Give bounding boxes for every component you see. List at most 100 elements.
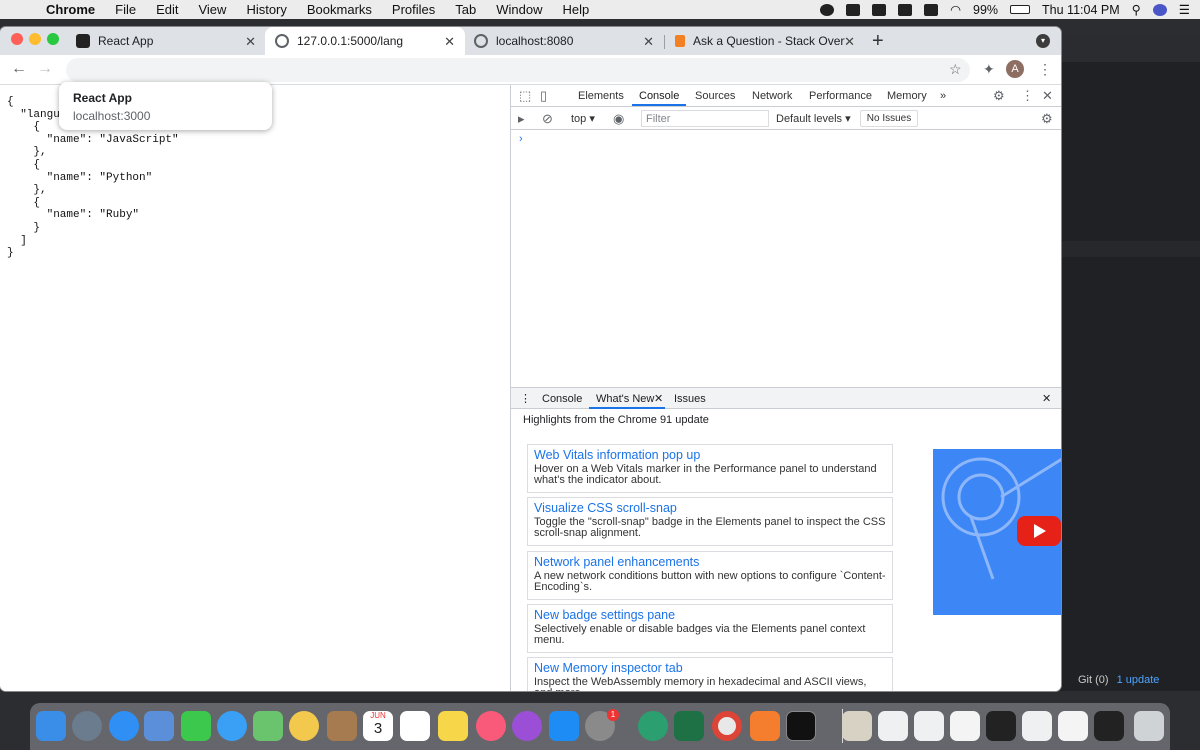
excel-icon[interactable] (674, 711, 704, 741)
launchpad-icon[interactable] (72, 711, 102, 741)
trash-icon[interactable] (1134, 711, 1164, 741)
terminal-icon[interactable] (786, 711, 816, 741)
mic-icon[interactable] (872, 3, 887, 16)
console-prompt[interactable]: › (519, 133, 523, 145)
podcasts-icon[interactable] (512, 711, 542, 741)
console-filter-input[interactable]: Filter (641, 110, 769, 127)
clock[interactable]: Thu 11:04 PM (1042, 3, 1120, 17)
new-tab-button[interactable]: + (872, 30, 884, 53)
tab-console[interactable]: Console (639, 90, 679, 102)
close-tab-icon[interactable]: ✕ (444, 34, 455, 50)
control-center-icon[interactable]: ☰ (1179, 2, 1190, 17)
devtools-menu-icon[interactable]: ⋮ (1021, 88, 1034, 104)
spotlight-icon[interactable]: ⚲ (1132, 2, 1141, 17)
chrome-menu-icon[interactable]: ⋮ (1038, 61, 1052, 78)
tab-react-app[interactable]: React App ✕ (66, 27, 266, 55)
context-selector[interactable]: top ▾ (571, 112, 595, 125)
rocket-icon[interactable] (924, 3, 939, 16)
menu-help[interactable]: Help (563, 2, 590, 17)
whats-new-video-thumbnail[interactable] (933, 449, 1061, 615)
flag-icon[interactable] (898, 3, 913, 16)
preview-icon[interactable] (144, 711, 174, 741)
close-drawer-tab-icon[interactable]: ✕ (654, 392, 663, 405)
minimized-window-thumbnail[interactable] (1094, 711, 1124, 741)
facetime-icon[interactable] (181, 711, 211, 741)
menu-bookmarks[interactable]: Bookmarks (307, 2, 372, 17)
card-title[interactable]: New Memory inspector tab (534, 661, 886, 675)
console-settings-gear-icon[interactable]: ⚙ (1041, 111, 1053, 127)
siri-icon[interactable] (1152, 3, 1167, 16)
card-title[interactable]: Visualize CSS scroll-snap (534, 501, 886, 515)
wifi-icon[interactable]: ◠ (950, 2, 961, 17)
update-status[interactable]: 1 update (1117, 674, 1160, 686)
menu-file[interactable]: File (115, 2, 136, 17)
tab-lang[interactable]: 127.0.0.1:5000/lang ✕ (265, 27, 465, 55)
drawer-menu-icon[interactable]: ⋮ (520, 392, 531, 405)
minimized-window-thumbnail[interactable] (1058, 711, 1088, 741)
card-title[interactable]: Web Vitals information pop up (534, 448, 886, 462)
minimized-window-thumbnail[interactable] (1022, 711, 1052, 741)
tab-localhost-8080[interactable]: localhost:8080 ✕ (464, 27, 664, 55)
live-expression-eye-icon[interactable]: ◉ (613, 111, 624, 127)
log-levels-dropdown[interactable]: Default levels ▾ (776, 112, 851, 125)
address-bar[interactable] (66, 58, 970, 82)
card-title[interactable]: Network panel enhancements (534, 555, 886, 569)
contacts-icon[interactable] (327, 711, 357, 741)
menu-profiles[interactable]: Profiles (392, 2, 435, 17)
minimized-window-thumbnail[interactable] (842, 711, 872, 741)
tab-search-icon[interactable]: ▾ (1036, 34, 1050, 48)
tab-stack-overflow[interactable]: Ask a Question - Stack Overflo ✕ (665, 27, 865, 55)
forward-icon[interactable]: → (37, 60, 53, 78)
extensions-icon[interactable]: ✦ (983, 61, 995, 78)
status-app-icon[interactable] (820, 3, 835, 16)
more-tabs-icon[interactable]: » (940, 90, 946, 102)
notes-icon[interactable] (438, 711, 468, 741)
menu-edit[interactable]: Edit (156, 2, 178, 17)
chrome-icon[interactable] (712, 711, 742, 741)
messages-icon[interactable] (217, 711, 247, 741)
inspect-element-icon[interactable]: ⬚ (519, 88, 531, 104)
show-sidebar-icon[interactable]: ▸ (518, 111, 525, 127)
menu-app-name[interactable]: Chrome (46, 2, 95, 17)
whats-new-card[interactable]: Visualize CSS scroll-snap Toggle the "sc… (527, 497, 893, 546)
minimized-window-thumbnail[interactable] (950, 711, 980, 741)
calendar-icon[interactable]: JUN 3 (363, 711, 393, 741)
card-title[interactable]: New badge settings pane (534, 608, 886, 622)
tab-performance[interactable]: Performance (809, 90, 872, 102)
issues-button[interactable]: No Issues (860, 110, 918, 127)
tab-memory[interactable]: Memory (887, 90, 927, 102)
close-drawer-icon[interactable]: ✕ (1042, 392, 1051, 405)
menu-window[interactable]: Window (496, 2, 542, 17)
profile-avatar[interactable]: A (1006, 60, 1024, 78)
close-devtools-icon[interactable]: ✕ (1042, 88, 1053, 104)
youtube-play-icon[interactable] (1017, 516, 1061, 546)
close-tab-icon[interactable]: ✕ (245, 34, 256, 50)
tab-elements[interactable]: Elements (578, 90, 624, 102)
close-tab-icon[interactable]: ✕ (844, 34, 855, 50)
minimize-window-button[interactable] (29, 33, 41, 45)
music-icon[interactable] (476, 711, 506, 741)
drawer-tab-whats-new[interactable]: What's New (596, 393, 654, 405)
minimized-window-thumbnail[interactable] (878, 711, 908, 741)
postman-icon[interactable] (750, 711, 780, 741)
maps-icon[interactable] (253, 711, 283, 741)
whats-new-card[interactable]: Network panel enhancements A new network… (527, 551, 893, 600)
photos-icon[interactable] (289, 711, 319, 741)
atom-icon[interactable] (638, 711, 668, 741)
tab-network[interactable]: Network (752, 90, 792, 102)
close-tab-icon[interactable]: ✕ (643, 34, 654, 50)
menu-history[interactable]: History (246, 2, 286, 17)
git-status[interactable]: Git (0) (1078, 674, 1109, 686)
docker-icon[interactable] (846, 3, 861, 16)
reminders-icon[interactable] (400, 711, 430, 741)
device-toolbar-icon[interactable]: ▯ (540, 88, 547, 104)
safari-icon[interactable] (109, 711, 139, 741)
close-window-button[interactable] (11, 33, 23, 45)
battery-icon[interactable] (1010, 5, 1031, 14)
menu-view[interactable]: View (198, 2, 226, 17)
app-store-icon[interactable] (549, 711, 579, 741)
tab-sources[interactable]: Sources (695, 90, 735, 102)
menu-tab[interactable]: Tab (455, 2, 476, 17)
bookmark-star-icon[interactable]: ☆ (949, 61, 962, 78)
zoom-window-button[interactable] (47, 33, 59, 45)
